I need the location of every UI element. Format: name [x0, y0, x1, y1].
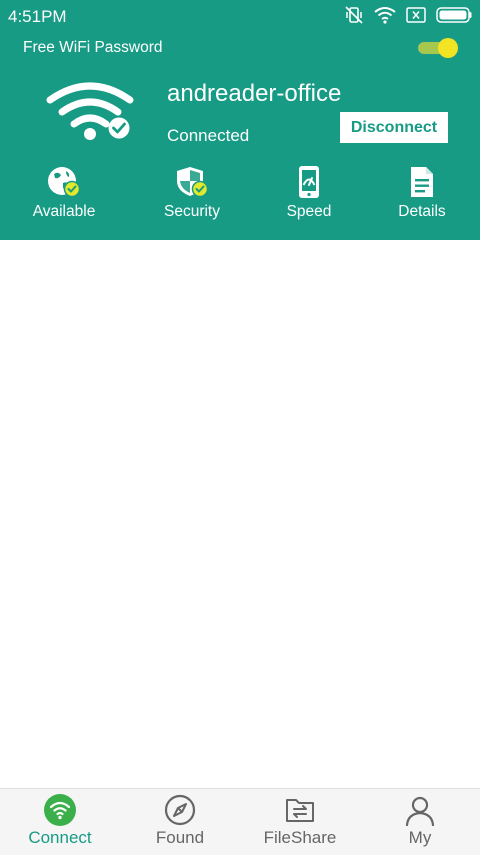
nav-found[interactable]: Found	[120, 789, 240, 855]
nav-my[interactable]: My	[360, 789, 480, 855]
nav-label: Found	[155, 828, 205, 847]
battery-icon	[436, 6, 472, 28]
quick-action-label: Security	[164, 203, 220, 220]
wifi-icon	[374, 6, 396, 29]
status-time: 4:51PM	[8, 7, 67, 26]
quick-action-label: Available	[32, 203, 96, 220]
wifi-connected-icon	[46, 78, 136, 142]
nav-label: Connect	[28, 828, 92, 847]
speedometer-phone-icon	[259, 165, 359, 199]
file-transfer-icon	[240, 794, 360, 826]
bottom-nav: Connect Found FileShare My	[0, 788, 480, 855]
disconnect-button[interactable]: Disconnect	[340, 112, 448, 143]
vibrate-off-icon	[344, 5, 364, 30]
document-icon	[372, 165, 472, 199]
quick-action-label: Speed	[286, 203, 332, 220]
nav-fileshare[interactable]: FileShare	[240, 789, 360, 855]
sim-x-icon	[406, 6, 426, 28]
quick-action-label: Details	[398, 203, 446, 220]
quick-action-security[interactable]: Security	[142, 165, 242, 221]
compass-icon	[120, 794, 240, 826]
nav-label: My	[408, 828, 432, 847]
free-wifi-toggle[interactable]	[418, 38, 458, 58]
toggle-knob	[438, 38, 458, 58]
status-icons	[344, 5, 472, 30]
app-title: Free WiFi Password	[23, 39, 163, 56]
header: 4:51PM Free WiFi Password andreader-offi…	[0, 0, 480, 240]
status-bar: 4:51PM	[0, 0, 480, 34]
network-name: andreader-office	[167, 80, 342, 107]
nav-label: FileShare	[263, 828, 337, 847]
wifi-circle-icon	[0, 794, 120, 826]
connection-status: Connected	[167, 126, 250, 145]
quick-action-details[interactable]: Details	[372, 165, 472, 221]
shield-check-icon	[142, 165, 242, 199]
quick-action-speed[interactable]: Speed	[259, 165, 359, 221]
quick-action-available[interactable]: Available	[14, 165, 114, 221]
globe-check-icon	[14, 165, 114, 199]
person-icon	[360, 794, 480, 827]
nav-connect[interactable]: Connect	[0, 789, 120, 855]
